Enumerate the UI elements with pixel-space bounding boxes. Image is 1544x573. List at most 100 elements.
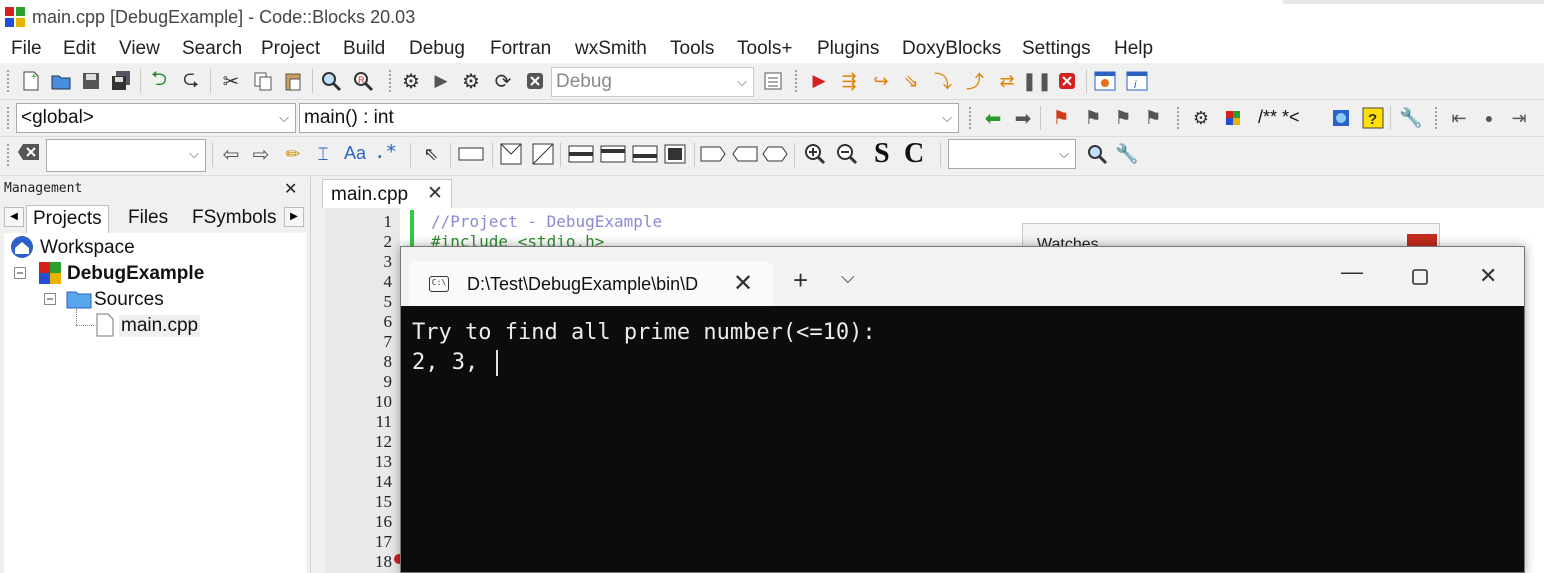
build-target-select[interactable]: Debug ⌵ <box>551 67 754 97</box>
cut-icon[interactable]: ✂ <box>218 68 244 94</box>
debug-info-icon[interactable]: i <box>1124 68 1150 94</box>
copy-icon[interactable] <box>250 68 276 94</box>
c-button[interactable]: C <box>904 138 924 170</box>
doxy-comment-button[interactable]: /** *< <box>1258 107 1300 128</box>
match-case-button[interactable]: Aa <box>344 143 366 164</box>
block-type-4-icon[interactable] <box>662 141 688 167</box>
minimize-icon[interactable]: — <box>1341 259 1363 285</box>
shape-arrow-right-icon[interactable] <box>700 141 726 167</box>
tab-scroll-left-icon[interactable]: ◀ <box>4 207 24 227</box>
tree-folder[interactable]: Sources <box>94 289 164 311</box>
save-all-icon[interactable] <box>108 68 134 94</box>
prev-changed-line-icon[interactable]: ⇤ <box>1446 105 1472 131</box>
toolbar-grip[interactable] <box>6 106 10 130</box>
toolbar-grip[interactable] <box>388 69 392 93</box>
menu-tools[interactable]: Tools <box>670 38 714 60</box>
tab-scroll-right-icon[interactable]: ▶ <box>284 207 304 227</box>
close-icon[interactable]: ✕ <box>427 182 443 205</box>
close-icon[interactable]: ✕ <box>733 269 753 298</box>
step-out-icon[interactable]: ⤴ <box>962 68 988 94</box>
abort-icon[interactable] <box>522 68 548 94</box>
tree-project[interactable]: DebugExample <box>67 263 204 285</box>
chm-help-icon[interactable]: ? <box>1360 105 1386 131</box>
window-close-icon[interactable]: ✕ <box>1479 263 1497 289</box>
scope-select[interactable]: <global> ⌵ <box>16 103 296 133</box>
menu-view[interactable]: View <box>119 38 160 60</box>
preferences-wrench-icon[interactable]: 🔧 <box>1398 105 1424 131</box>
search-input[interactable]: ⌵ <box>46 139 206 172</box>
block-type-2-icon[interactable] <box>600 141 626 167</box>
run-icon[interactable]: ▶ <box>428 68 454 94</box>
changed-line-marker-icon[interactable]: ● <box>1476 105 1502 131</box>
pointer-cursor-icon[interactable]: ⇖ <box>418 141 444 167</box>
menu-search[interactable]: Search <box>182 38 242 60</box>
tree-file[interactable]: main.cpp <box>119 315 201 337</box>
console-output[interactable]: Try to find all prime number(<=10): 2, 3… <box>401 306 1524 572</box>
debug-windows-icon[interactable] <box>1092 68 1118 94</box>
shape-hexagon-icon[interactable] <box>762 141 788 167</box>
prev-bookmark-icon[interactable]: ⚑ <box>1080 105 1106 131</box>
regex-button[interactable]: .* <box>374 141 397 163</box>
decision-block-icon[interactable] <box>498 141 524 167</box>
extract-docs-icon[interactable] <box>1220 105 1246 131</box>
pause-icon[interactable]: ❚❚ <box>1022 68 1052 94</box>
open-file-icon[interactable] <box>48 68 74 94</box>
collapse-icon[interactable] <box>44 293 56 305</box>
find-icon[interactable] <box>318 68 344 94</box>
next-line-icon[interactable]: ↪ <box>868 68 894 94</box>
search-tool-icon[interactable] <box>1084 141 1110 167</box>
stop-debug-icon[interactable] <box>1054 68 1080 94</box>
build-gear-icon[interactable]: ⚙ <box>398 68 424 94</box>
clear-bookmarks-icon[interactable]: ⚑ <box>1140 105 1166 131</box>
collapse-icon[interactable] <box>14 267 26 279</box>
menu-doxyblocks[interactable]: DoxyBlocks <box>902 38 1001 60</box>
undo-icon[interactable]: ⮌ <box>146 68 172 94</box>
rebuild-icon[interactable]: ⟳ <box>490 68 516 94</box>
toolbar-grip[interactable] <box>1434 106 1438 130</box>
find-next-icon[interactable]: ⇨ <box>248 141 274 167</box>
console-tab[interactable]: C:\ D:\Test\DebugExample\bin\D ✕ <box>409 261 773 306</box>
editor-tab-main-cpp[interactable]: main.cpp ✕ <box>322 179 452 208</box>
chevron-down-icon[interactable]: ⌵ <box>841 267 855 288</box>
selected-text-only-icon[interactable]: ⌶ <box>310 141 336 167</box>
menu-file[interactable]: File <box>11 38 42 60</box>
bookmark-flag-icon[interactable]: ⚑ <box>1048 105 1074 131</box>
maximize-icon[interactable] <box>1412 269 1428 285</box>
jump-forward-icon[interactable]: ➡ <box>1010 105 1036 131</box>
run-to-cursor-icon[interactable]: ⇶ <box>836 68 862 94</box>
toolbar-grip[interactable] <box>1176 106 1180 130</box>
redo-icon[interactable]: ⮎ <box>178 68 204 94</box>
find-replace-icon[interactable]: R <box>350 68 376 94</box>
jump-back-icon[interactable]: ⬅ <box>980 105 1006 131</box>
toolbar-grip[interactable] <box>968 106 972 130</box>
rectangle-block-icon[interactable] <box>458 141 484 167</box>
function-select[interactable]: main() : int ⌵ <box>299 103 959 133</box>
tab-fsymbols[interactable]: FSymbols <box>186 205 282 232</box>
build-options-icon[interactable] <box>760 68 786 94</box>
clear-search-icon[interactable] <box>16 139 42 165</box>
toolbar-grip[interactable] <box>794 69 798 93</box>
secondary-search-select[interactable]: ⌵ <box>948 139 1076 169</box>
tab-projects[interactable]: Projects <box>26 205 109 233</box>
block-type-3-icon[interactable] <box>632 141 658 167</box>
menu-edit[interactable]: Edit <box>63 38 96 60</box>
menu-settings[interactable]: Settings <box>1022 38 1091 60</box>
close-icon[interactable]: ✕ <box>284 179 297 199</box>
block-type-1-icon[interactable] <box>568 141 594 167</box>
toolbar-grip[interactable] <box>6 143 10 167</box>
menu-fortran[interactable]: Fortran <box>490 38 551 60</box>
menu-tools-plus[interactable]: Tools+ <box>737 38 792 60</box>
next-changed-line-icon[interactable]: ⇥ <box>1506 105 1532 131</box>
debug-start-icon[interactable]: ▶ <box>806 68 832 94</box>
save-icon[interactable] <box>78 68 104 94</box>
menu-debug[interactable]: Debug <box>409 38 465 60</box>
tree-workspace[interactable]: Workspace <box>40 237 135 259</box>
find-previous-icon[interactable]: ⇦ <box>218 141 244 167</box>
menu-plugins[interactable]: Plugins <box>817 38 879 60</box>
search-settings-wrench-icon[interactable]: 🔧 <box>1114 141 1140 167</box>
step-into-instruction-icon[interactable]: ⇄ <box>994 68 1020 94</box>
html-docs-icon[interactable] <box>1328 105 1354 131</box>
menu-wxsmith[interactable]: wxSmith <box>575 38 647 60</box>
s-button[interactable]: S <box>874 138 890 170</box>
menu-help[interactable]: Help <box>1114 38 1153 60</box>
